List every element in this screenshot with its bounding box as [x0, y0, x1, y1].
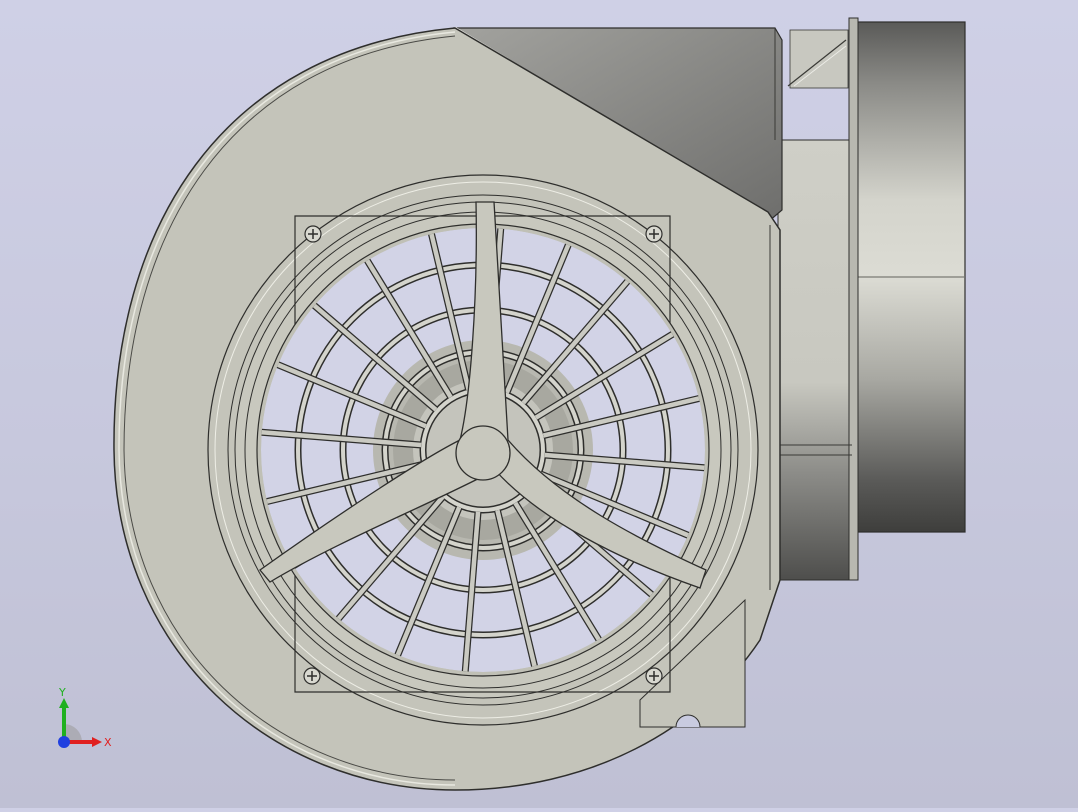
- motor-flange[interactable]: [777, 17, 859, 581]
- screw-icon[interactable]: [303, 667, 321, 685]
- x-axis-label: X: [104, 736, 112, 749]
- coordinate-triad-icon[interactable]: Y X: [50, 684, 120, 754]
- motor-body[interactable]: [854, 21, 966, 533]
- screw-icon[interactable]: [645, 667, 663, 685]
- model-canvas[interactable]: [0, 0, 1078, 808]
- y-axis-label: Y: [58, 686, 66, 699]
- screw-icon[interactable]: [304, 225, 322, 243]
- screw-icon[interactable]: [645, 225, 663, 243]
- cad-viewport[interactable]: Y X: [0, 0, 1078, 808]
- z-axis-dot: [58, 736, 70, 748]
